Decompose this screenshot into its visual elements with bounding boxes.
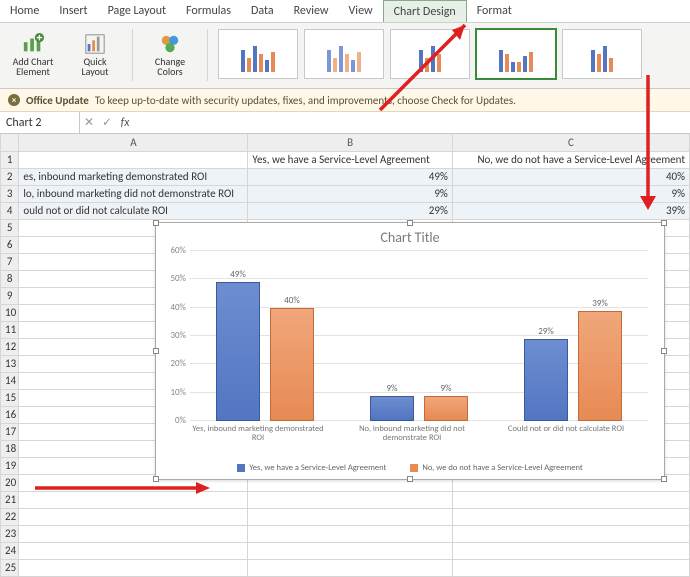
quick-layout-button[interactable]: QuickLayout — [68, 27, 122, 83]
name-box[interactable]: Chart 2 — [0, 112, 80, 133]
chart-style-3[interactable] — [390, 29, 470, 79]
row-header[interactable]: 13 — [1, 355, 19, 372]
axis-label: No, inbound marketing did not demonstrat… — [340, 425, 484, 444]
chart-style-1[interactable] — [218, 29, 298, 79]
row-header[interactable]: 12 — [1, 338, 19, 355]
bar[interactable]: 39% — [578, 311, 622, 422]
bar-group: 9% 9% — [354, 251, 484, 421]
update-message: To keep up-to-date with security updates… — [95, 94, 516, 107]
tab-data[interactable]: Data — [241, 0, 284, 22]
axis-label: Yes, inbound marketing demonstrated ROI — [186, 425, 330, 444]
cell-c3[interactable]: 9% — [452, 185, 689, 202]
tab-format[interactable]: Format — [467, 0, 522, 22]
row-header[interactable]: 20 — [1, 474, 19, 491]
chart-styles-gallery — [218, 27, 642, 79]
row-header[interactable]: 11 — [1, 321, 19, 338]
embedded-chart[interactable]: Chart Title 0% 10% 20% 30% 40% 50% 60% 4… — [155, 222, 665, 480]
cell-a2[interactable]: es, inbound marketing demonstrated ROI — [19, 168, 248, 185]
office-update-bar: × Office Update To keep up-to-date with … — [0, 89, 690, 112]
tab-review[interactable]: Review — [284, 0, 339, 22]
row-header[interactable]: 22 — [1, 508, 19, 525]
cell-a1[interactable] — [19, 151, 248, 168]
cancel-icon[interactable]: ✕ — [80, 112, 98, 133]
row-header[interactable]: 18 — [1, 440, 19, 457]
row-header[interactable]: 16 — [1, 406, 19, 423]
axis-label: Could not or did not calculate ROI — [494, 425, 638, 434]
row-header[interactable]: 8 — [1, 270, 19, 287]
chart-style-5[interactable] — [562, 29, 642, 79]
add-chart-element-label: Add ChartElement — [13, 57, 54, 78]
chart-title[interactable]: Chart Title — [156, 229, 664, 246]
bar[interactable]: 9% — [424, 396, 468, 422]
bar[interactable]: 40% — [270, 308, 314, 421]
plot-area[interactable]: 0% 10% 20% 30% 40% 50% 60% 49% 40% 9% 9%… — [190, 251, 648, 421]
quick-layout-icon — [84, 33, 106, 55]
row-header[interactable]: 6 — [1, 236, 19, 253]
separator — [132, 29, 133, 81]
col-header-b[interactable]: B — [248, 134, 452, 151]
bar[interactable]: 29% — [524, 339, 568, 421]
row-header[interactable]: 19 — [1, 457, 19, 474]
update-title: Office Update — [26, 94, 89, 107]
row-header[interactable]: 17 — [1, 423, 19, 440]
bar[interactable]: 49% — [216, 282, 260, 421]
tab-page-layout[interactable]: Page Layout — [98, 0, 176, 22]
bar-group: 29% 39% — [508, 251, 638, 421]
corner-cell[interactable] — [1, 134, 19, 151]
row-header[interactable]: 3 — [1, 185, 19, 202]
cell-c2[interactable]: 40% — [452, 168, 689, 185]
chart-style-2[interactable] — [304, 29, 384, 79]
add-chart-element-button[interactable]: Add ChartElement — [6, 27, 60, 83]
change-colors-label: ChangeColors — [155, 57, 185, 78]
row-header[interactable]: 25 — [1, 559, 19, 576]
formula-bar: Chart 2 ✕ ✓ fx — [0, 112, 690, 134]
row-header[interactable]: 2 — [1, 168, 19, 185]
chart-legend[interactable]: Yes, we have a Service-Level Agreement N… — [156, 463, 664, 473]
fx-icon[interactable]: fx — [116, 112, 134, 133]
row-header[interactable]: 15 — [1, 389, 19, 406]
bar-group: 49% 40% — [200, 251, 330, 421]
cell-b3[interactable]: 9% — [248, 185, 452, 202]
tab-chart-design[interactable]: Chart Design — [383, 0, 467, 22]
row-header[interactable]: 14 — [1, 372, 19, 389]
cell-a4[interactable]: ould not or did not calculate ROI — [19, 202, 248, 219]
tab-formulas[interactable]: Formulas — [176, 0, 241, 22]
row-header[interactable]: 4 — [1, 202, 19, 219]
row-header[interactable]: 21 — [1, 491, 19, 508]
menu-tabs: Home Insert Page Layout Formulas Data Re… — [0, 0, 690, 23]
cell-b1[interactable]: Yes, we have a Service-Level Agreement — [248, 151, 452, 168]
tab-home[interactable]: Home — [0, 0, 49, 22]
chart-style-4[interactable] — [476, 29, 556, 79]
close-icon[interactable]: × — [8, 94, 20, 106]
cell-b2[interactable]: 49% — [248, 168, 452, 185]
enter-icon[interactable]: ✓ — [98, 112, 116, 133]
tab-insert[interactable]: Insert — [49, 0, 97, 22]
change-colors-icon — [159, 33, 181, 55]
cell-c1[interactable]: No, we do not have a Service-Level Agree… — [452, 151, 689, 168]
row-header[interactable]: 5 — [1, 219, 19, 236]
row-header[interactable]: 23 — [1, 525, 19, 542]
col-header-a[interactable]: A — [19, 134, 248, 151]
cell-c4[interactable]: 39% — [452, 202, 689, 219]
ribbon: Add ChartElement QuickLayout ChangeColor… — [0, 23, 690, 89]
row-header[interactable]: 7 — [1, 253, 19, 270]
bar[interactable]: 9% — [370, 396, 414, 422]
row-header[interactable]: 24 — [1, 542, 19, 559]
row-header[interactable]: 1 — [1, 151, 19, 168]
tab-view[interactable]: View — [339, 0, 383, 22]
chart-element-icon — [22, 33, 44, 55]
row-header[interactable]: 9 — [1, 287, 19, 304]
cell-a3[interactable]: lo, inbound marketing did not demonstrat… — [19, 185, 248, 202]
quick-layout-label: QuickLayout — [81, 57, 108, 78]
col-header-c[interactable]: C — [452, 134, 689, 151]
row-header[interactable]: 10 — [1, 304, 19, 321]
change-colors-button[interactable]: ChangeColors — [143, 27, 197, 83]
separator — [207, 29, 208, 81]
cell-b4[interactable]: 29% — [248, 202, 452, 219]
